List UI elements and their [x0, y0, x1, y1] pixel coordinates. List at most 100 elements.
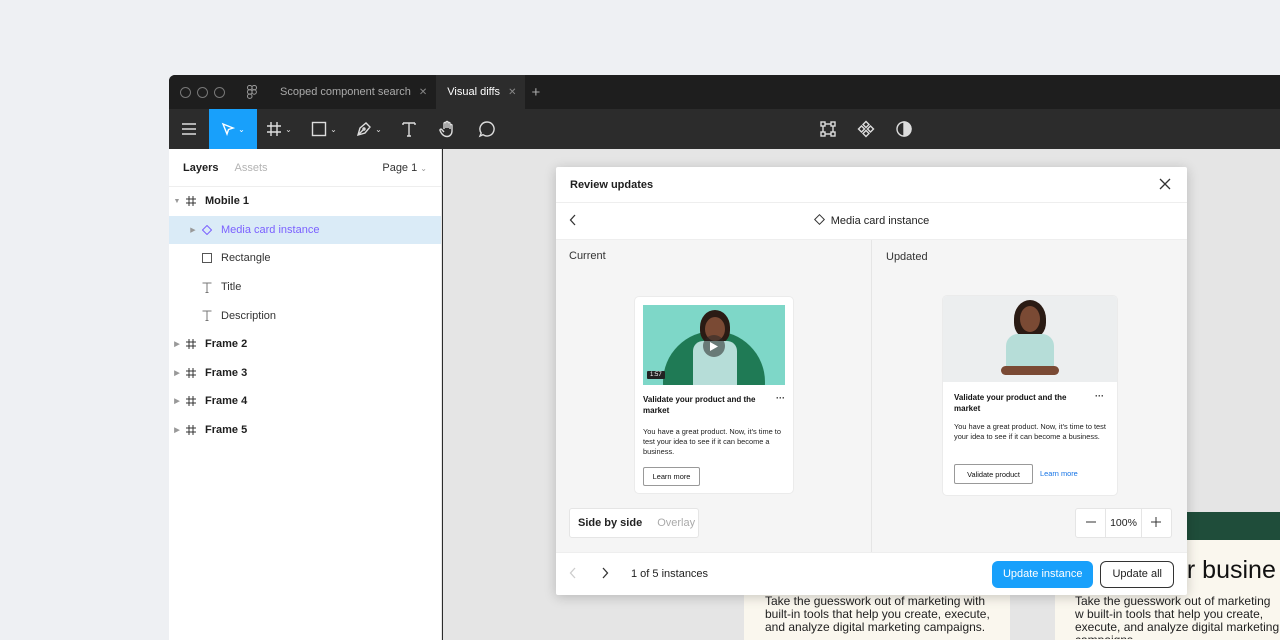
frame-icon: [183, 422, 199, 438]
shape-tool-button[interactable]: ⌄: [301, 109, 347, 149]
pen-tool-button[interactable]: ⌄: [347, 109, 391, 149]
cursor-icon: [221, 122, 236, 136]
zoom-out-icon[interactable]: [1076, 517, 1105, 530]
update-all-button[interactable]: Update all: [1100, 560, 1174, 588]
play-icon[interactable]: [703, 335, 725, 357]
zoom-control: 100%: [1075, 508, 1172, 538]
layer-frame-4[interactable]: ▶ Frame 4: [169, 387, 441, 416]
frame-body-text: Take the guesswork out of marketing with…: [765, 594, 990, 634]
layer-frame-2[interactable]: ▶ Frame 2: [169, 330, 441, 359]
expand-arrow-icon[interactable]: ▶: [171, 426, 183, 434]
layer-label: Frame 5: [205, 424, 248, 437]
learn-more-link[interactable]: Learn more: [1040, 469, 1078, 478]
close-tab-icon[interactable]: ✕: [508, 87, 516, 98]
more-options-icon[interactable]: ···: [1095, 391, 1104, 401]
layer-label: Description: [221, 309, 277, 322]
comment-icon: [478, 121, 495, 138]
expand-arrow-icon[interactable]: ▶: [187, 226, 199, 234]
mask-icon[interactable]: [895, 109, 913, 149]
card-description: You have a great product. Now, it's time…: [954, 422, 1106, 441]
layer-label: Title: [221, 281, 242, 294]
previous-instance-icon[interactable]: [569, 567, 583, 582]
new-tab-icon[interactable]: +: [531, 84, 540, 101]
tab-label: Scoped component search: [280, 86, 411, 98]
create-component-icon[interactable]: [857, 109, 875, 149]
expand-arrow-icon[interactable]: ▶: [171, 340, 183, 348]
close-icon[interactable]: [1159, 178, 1173, 192]
frame-icon: [183, 393, 199, 409]
layer-label: Rectangle: [221, 252, 271, 265]
main-menu-icon[interactable]: [169, 109, 209, 149]
pen-icon: [357, 122, 372, 137]
more-options-icon[interactable]: ···: [776, 393, 785, 403]
card-title: Validate your product and the market: [643, 395, 756, 415]
tab-visual-diffs[interactable]: Visual diffs ✕: [436, 75, 526, 109]
hand-tool-button[interactable]: [427, 109, 467, 149]
minimize-window-button[interactable]: [197, 86, 208, 98]
hand-icon: [439, 120, 453, 138]
tab-layers[interactable]: Layers: [183, 162, 218, 174]
view-mode-toggle: Side by side Overlay: [569, 508, 699, 538]
frame-tool-button[interactable]: ⌄: [257, 109, 301, 149]
updated-media-card: Validate your product and the market ···…: [943, 296, 1117, 495]
text-icon: [402, 122, 416, 137]
back-arrow-icon[interactable]: [569, 214, 577, 229]
rectangle-icon: [199, 250, 215, 266]
instance-icon: [813, 213, 825, 228]
text-icon: [199, 279, 215, 295]
component-nav: Media card instance: [556, 203, 1187, 239]
layer-frame-5[interactable]: ▶ Frame 5: [169, 416, 441, 445]
toolbar: ⌄ ⌄ ⌄ ⌄: [169, 109, 1280, 149]
component-name: Media card instance: [830, 215, 930, 227]
layer-description[interactable]: Description: [169, 301, 441, 330]
diff-view: Current Updated 1:57 Validate your produ…: [556, 239, 1187, 553]
pane-divider: [871, 240, 872, 553]
video-duration: 1:57: [647, 371, 665, 379]
figma-logo-icon[interactable]: [245, 85, 259, 99]
dialog-footer: 1 of 5 instances Update instance Update …: [556, 552, 1187, 595]
maximize-window-button[interactable]: [214, 86, 225, 98]
layer-rectangle[interactable]: Rectangle: [169, 244, 441, 273]
move-tool-button[interactable]: ⌄: [209, 109, 257, 149]
close-window-button[interactable]: [180, 86, 191, 98]
panel-tabs: Layers Assets Page 1 ⌄: [169, 149, 441, 187]
review-updates-dialog: Review updates Media card instance Curre…: [556, 167, 1187, 595]
frame-body-text: Take the guesswork out of marketing w bu…: [1075, 595, 1280, 639]
close-tab-icon[interactable]: ✕: [419, 87, 427, 98]
component-tools: [819, 109, 913, 149]
edit-object-icon[interactable]: [819, 109, 837, 149]
tab-scoped-component-search[interactable]: Scoped component search ✕: [269, 75, 436, 109]
layer-label: Frame 2: [205, 338, 248, 351]
window-controls: [180, 86, 225, 98]
layer-title[interactable]: Title: [169, 273, 441, 302]
expand-arrow-icon[interactable]: ▼: [171, 198, 183, 205]
tab-assets[interactable]: Assets: [234, 162, 267, 174]
expand-arrow-icon[interactable]: ▶: [171, 369, 183, 377]
instance-icon: [199, 222, 215, 238]
side-by-side-option[interactable]: Side by side: [578, 517, 642, 529]
layer-media-card-instance[interactable]: ▶ Media card instance: [169, 215, 441, 245]
dialog-title: Review updates: [570, 178, 654, 191]
text-icon: [199, 308, 215, 324]
update-instance-button[interactable]: Update instance: [991, 560, 1094, 588]
frame-heading: ur busine: [1173, 556, 1276, 584]
learn-more-button[interactable]: Learn more: [643, 467, 700, 486]
card-description: You have a great product. Now, it's time…: [643, 427, 781, 456]
frame-icon: [183, 336, 199, 352]
layer-mobile-1[interactable]: ▼ Mobile 1: [169, 187, 441, 216]
instance-count: 1 of 5 instances: [631, 568, 709, 580]
validate-product-button[interactable]: Validate product: [954, 464, 1033, 484]
layer-frame-3[interactable]: ▶ Frame 3: [169, 359, 441, 388]
title-bar: Scoped component search ✕ Visual diffs ✕…: [169, 75, 1280, 109]
text-tool-button[interactable]: [391, 109, 427, 149]
page-selector[interactable]: Page 1 ⌄: [382, 162, 427, 174]
expand-arrow-icon[interactable]: ▶: [171, 397, 183, 405]
current-media-card: 1:57 Validate your product and the marke…: [635, 297, 793, 493]
rectangle-icon: [311, 121, 327, 137]
video-thumbnail[interactable]: 1:57: [643, 305, 785, 385]
next-instance-icon[interactable]: [601, 567, 615, 582]
zoom-in-icon[interactable]: [1142, 516, 1171, 530]
comment-tool-button[interactable]: [467, 109, 507, 149]
overlay-option[interactable]: Overlay: [657, 517, 695, 529]
card-image: [943, 296, 1117, 382]
